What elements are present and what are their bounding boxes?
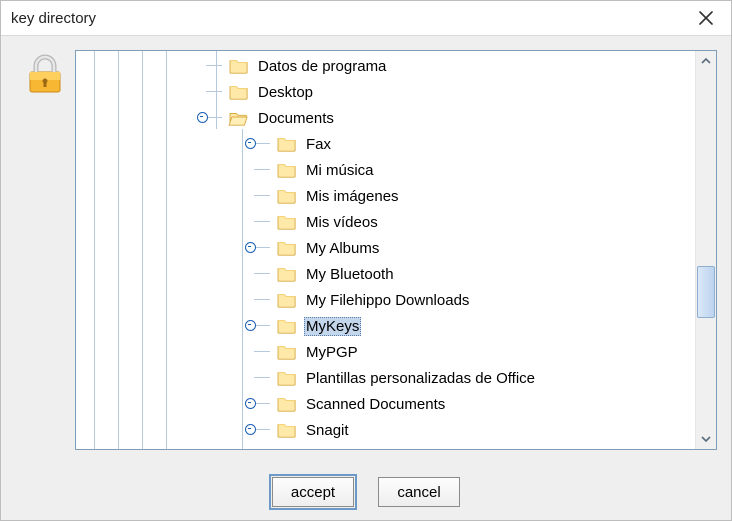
content-row: Datos de programa Desktop [1,36,731,464]
folder-tree-viewport[interactable]: Datos de programa Desktop [76,51,695,449]
folder-icon [276,291,298,309]
folder-tree: Datos de programa Desktop [76,51,695,443]
tree-item-label: Documents [256,109,336,128]
tree-item-mis-videos[interactable]: Mis vídeos [76,209,695,235]
tree-item-label: Fax [304,135,333,154]
tree-item-fax[interactable]: Fax [76,131,695,157]
tree-item-mis-imagenes[interactable]: Mis imágenes [76,183,695,209]
dialog-body: Datos de programa Desktop [1,36,731,520]
tree-item-label: Plantillas personalizadas de Office [304,369,537,388]
tree-item-plantillas[interactable]: Plantillas personalizadas de Office [76,365,695,391]
cancel-button[interactable]: cancel [378,477,460,507]
scroll-up-button[interactable] [696,51,716,71]
tree-item-my-albums[interactable]: My Albums [76,235,695,261]
expand-toggle[interactable] [244,397,256,409]
expand-toggle[interactable] [244,137,256,149]
tree-item-snagit[interactable]: Snagit [76,417,695,443]
chevron-up-icon [701,56,711,66]
tree-item-label: Desktop [256,83,315,102]
tree-item-mypgp[interactable]: MyPGP [76,339,695,365]
window-title: key directory [11,10,691,27]
tree-item-desktop[interactable]: Desktop [76,79,695,105]
expand-toggle[interactable] [244,241,256,253]
expand-toggle[interactable] [196,111,208,123]
folder-icon [228,83,250,101]
tree-item-label: Mi música [304,161,376,180]
tree-item-scanned-documents[interactable]: Scanned Documents [76,391,695,417]
scrollbar-track[interactable] [696,71,716,429]
tree-item-label: Datos de programa [256,57,388,76]
dialog-window: key directory [0,0,732,521]
folder-icon [276,395,298,413]
folder-icon [276,265,298,283]
lock-column [15,50,75,96]
tree-item-my-filehippo-downloads[interactable]: My Filehippo Downloads [76,287,695,313]
vertical-scrollbar[interactable] [695,51,716,449]
scroll-down-button[interactable] [696,429,716,449]
chevron-down-icon [701,434,711,444]
titlebar: key directory [1,1,731,36]
folder-icon [276,187,298,205]
folder-icon [276,213,298,231]
accept-button[interactable]: accept [272,477,354,507]
folder-icon [276,421,298,439]
tree-item-my-bluetooth[interactable]: My Bluetooth [76,261,695,287]
close-icon [699,11,713,25]
folder-icon [276,239,298,257]
tree-item-label: My Bluetooth [304,265,396,284]
folder-icon [276,161,298,179]
tree-item-label: MyKeys [304,317,361,336]
expand-toggle[interactable] [244,423,256,435]
tree-item-datos-de-programa[interactable]: Datos de programa [76,53,695,79]
close-button[interactable] [691,3,721,33]
scrollbar-thumb[interactable] [697,266,715,318]
expand-toggle[interactable] [244,319,256,331]
folder-tree-panel: Datos de programa Desktop [75,50,717,450]
dialog-buttons: accept cancel [1,464,731,520]
folder-icon [276,135,298,153]
tree-item-label: Mis vídeos [304,213,380,232]
lock-icon [24,54,66,96]
folder-icon [228,57,250,75]
tree-item-label: My Filehippo Downloads [304,291,471,310]
tree-item-mi-musica[interactable]: Mi música [76,157,695,183]
tree-item-label: MyPGP [304,343,360,362]
tree-item-label: Mis imágenes [304,187,401,206]
folder-open-icon [228,109,250,127]
folder-icon [276,317,298,335]
tree-item-mykeys[interactable]: MyKeys [76,313,695,339]
folder-icon [276,369,298,387]
tree-item-label: Scanned Documents [304,395,447,414]
tree-item-label: Snagit [304,421,351,440]
folder-icon [276,343,298,361]
tree-item-documents[interactable]: Documents [76,105,695,131]
tree-item-label: My Albums [304,239,381,258]
